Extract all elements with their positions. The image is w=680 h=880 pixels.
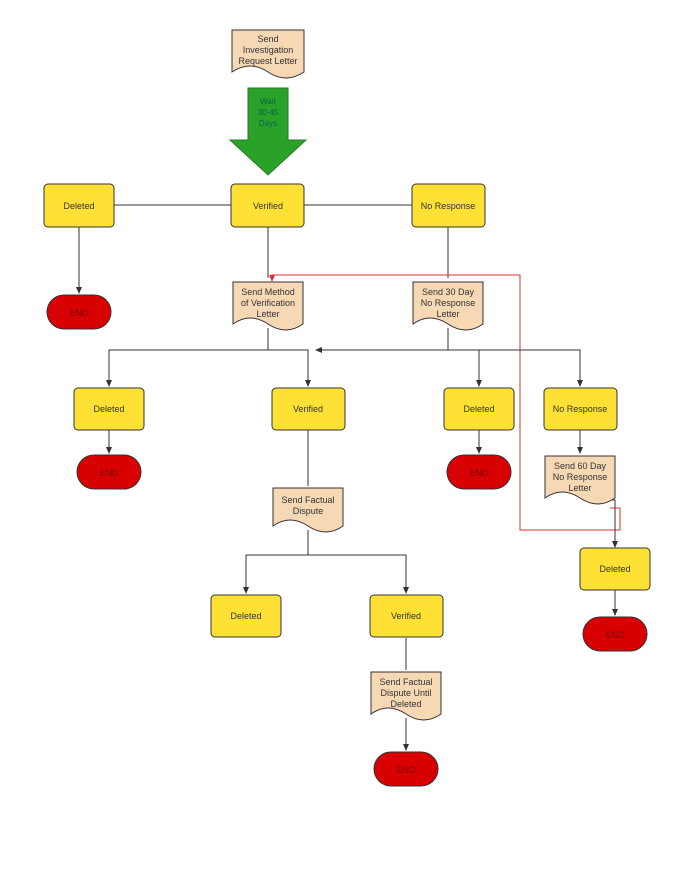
node-end-4: END bbox=[374, 752, 438, 786]
label: Dispute bbox=[293, 506, 324, 516]
label: Send Factual bbox=[281, 495, 334, 505]
label: Letter bbox=[436, 309, 459, 319]
node-send-30-day-letter: Send 30 Day No Response Letter bbox=[413, 282, 483, 330]
node-verified-1: Verified bbox=[231, 184, 304, 227]
label: Deleted bbox=[230, 611, 261, 621]
label: Send Method bbox=[241, 287, 295, 297]
node-send-factual-dispute-until-deleted: Send Factual Dispute Until Deleted bbox=[371, 672, 441, 720]
node-end-2: END bbox=[77, 455, 141, 489]
label: Dispute Until bbox=[380, 688, 431, 698]
node-no-response-2: No Response bbox=[544, 388, 617, 430]
label: of Verification bbox=[241, 298, 295, 308]
label: Verified bbox=[253, 201, 283, 211]
flowchart-canvas: Send Investigation Request Letter Wait 3… bbox=[0, 0, 680, 880]
label: END bbox=[605, 630, 625, 640]
edge bbox=[246, 530, 308, 593]
edge bbox=[109, 328, 268, 386]
label: END bbox=[396, 765, 416, 775]
label: Deleted bbox=[63, 201, 94, 211]
label: END bbox=[99, 468, 119, 478]
label: No Response bbox=[421, 201, 476, 211]
label: Deleted bbox=[390, 699, 421, 709]
node-deleted-4: Deleted bbox=[211, 595, 281, 637]
node-end-3: END bbox=[447, 455, 511, 489]
label: END bbox=[469, 468, 489, 478]
node-send-method-verification: Send Method of Verification Letter bbox=[233, 282, 303, 330]
label: Letter bbox=[568, 483, 591, 493]
label: Send bbox=[257, 34, 278, 44]
edge bbox=[316, 328, 448, 350]
label: No Response bbox=[553, 472, 608, 482]
label: Send 30 Day bbox=[422, 287, 475, 297]
node-wait-arrow: Wait 30-45 Days bbox=[230, 88, 306, 175]
label: Send 60 Day bbox=[554, 461, 607, 471]
node-send-factual-dispute: Send Factual Dispute bbox=[273, 488, 343, 532]
node-send-60-day-letter: Send 60 Day No Response Letter bbox=[545, 456, 615, 504]
label: Deleted bbox=[463, 404, 494, 414]
label: Deleted bbox=[93, 404, 124, 414]
node-deleted-5: Deleted bbox=[580, 548, 650, 590]
node-deleted-2: Deleted bbox=[74, 388, 144, 430]
label: 30-45 bbox=[258, 108, 279, 117]
node-verified-3: Verified bbox=[370, 595, 443, 637]
node-verified-2: Verified bbox=[272, 388, 345, 430]
label: Verified bbox=[293, 404, 323, 414]
edge bbox=[598, 500, 615, 547]
label: Verified bbox=[391, 611, 421, 621]
edge bbox=[448, 328, 580, 386]
node-deleted-3: Deleted bbox=[444, 388, 514, 430]
edge bbox=[308, 530, 406, 593]
node-end-1: END bbox=[47, 295, 111, 329]
edge bbox=[448, 328, 479, 386]
label: No Response bbox=[421, 298, 476, 308]
label: END bbox=[69, 308, 89, 318]
label: Letter bbox=[256, 309, 279, 319]
node-no-response-1: No Response bbox=[412, 184, 485, 227]
node-deleted-1: Deleted bbox=[44, 184, 114, 227]
node-send-investigation-request: Send Investigation Request Letter bbox=[232, 30, 304, 78]
node-end-5: END bbox=[583, 617, 647, 651]
label: Days bbox=[259, 119, 277, 128]
label: Send Factual bbox=[379, 677, 432, 687]
label: Deleted bbox=[599, 564, 630, 574]
label: Request Letter bbox=[238, 56, 297, 66]
edge bbox=[268, 328, 308, 386]
label: No Response bbox=[553, 404, 608, 414]
label: Investigation bbox=[243, 45, 294, 55]
label: Wait bbox=[260, 97, 276, 106]
